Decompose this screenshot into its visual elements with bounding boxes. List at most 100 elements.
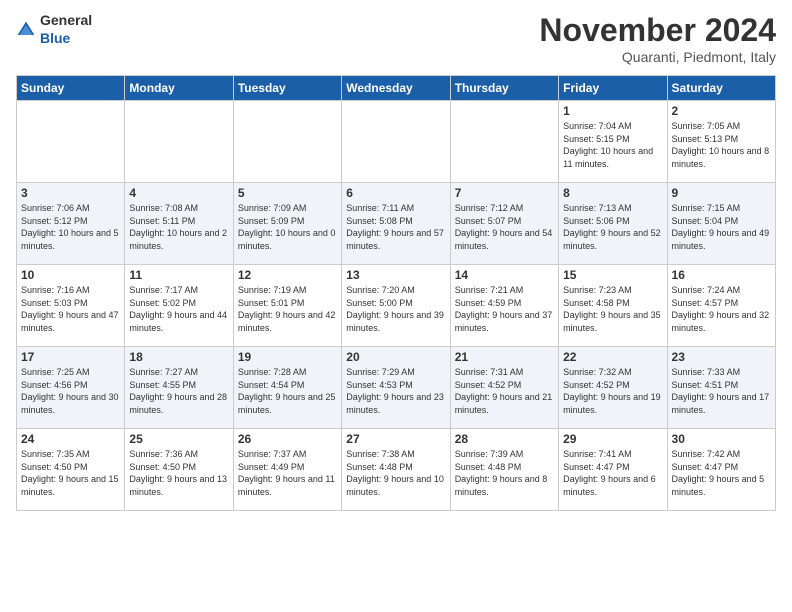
col-friday: Friday [559,76,667,101]
month-title: November 2024 [539,12,776,49]
day-number: 13 [346,268,445,282]
table-row: 18Sunrise: 7:27 AM Sunset: 4:55 PM Dayli… [125,347,233,429]
table-row: 8 Sunrise: 7:13 AM Sunset: 5:06 PM Daylig… [559,183,667,265]
table-row: 28 Sunrise: 7:39 AM Sunset: 4:48 PM Dayli… [450,429,558,511]
day-info: Sunrise: 7:38 AM Sunset: 4:48 PM Dayligh… [346,448,445,498]
table-row: 5 Sunrise: 7:09 AM Sunset: 5:09 PM Daylig… [233,183,341,265]
table-row: 30 Sunrise: 7:42 AM Sunset: 4:47 PM Dayli… [667,429,775,511]
day-number: 20 [346,350,445,364]
day-number: 24 [21,432,120,446]
calendar-week-2: 3 Sunrise: 7:06 AM Sunset: 5:12 PM Daylig… [17,183,776,265]
table-row: 21Sunrise: 7:31 AM Sunset: 4:52 PM Dayli… [450,347,558,429]
table-row: 27 Sunrise: 7:38 AM Sunset: 4:48 PM Dayli… [342,429,450,511]
day-number: 29 [563,432,662,446]
day-number: 22 [563,350,662,364]
table-row: 29 Sunrise: 7:41 AM Sunset: 4:47 PM Dayli… [559,429,667,511]
day-info: Sunrise: 7:31 AM Sunset: 4:52 PM Dayligh… [455,366,554,416]
location-subtitle: Quaranti, Piedmont, Italy [539,49,776,65]
day-info: Sunrise: 7:05 AM Sunset: 5:13 PM Dayligh… [672,120,771,170]
col-tuesday: Tuesday [233,76,341,101]
table-row: 20 Sunrise: 7:29 AM Sunset: 4:53 PM Dayli… [342,347,450,429]
day-number: 9 [672,186,771,200]
day-number: 11 [129,268,228,282]
col-thursday: Thursday [450,76,558,101]
calendar-header-row: Sunday Monday Tuesday Wednesday Thursday… [17,76,776,101]
logo: General Blue [16,12,92,48]
table-row: 6 Sunrise: 7:11 AM Sunset: 5:08 PM Daylig… [342,183,450,265]
day-number: 25 [129,432,228,446]
logo-blue-text: Blue [40,30,70,46]
page: General Blue November 2024 Quaranti, Pie… [0,0,792,612]
day-number: 27 [346,432,445,446]
day-info: Sunrise: 7:23 AM Sunset: 4:58 PM Dayligh… [563,284,662,334]
table-row: 25 Sunrise: 7:36 AM Sunset: 4:50 PM Dayli… [125,429,233,511]
day-info: Sunrise: 7:16 AM Sunset: 5:03 PM Dayligh… [21,284,120,334]
calendar-week-4: 17 Sunrise: 7:25 AM Sunset: 4:56 PM Dayli… [17,347,776,429]
table-row [125,101,233,183]
day-info: Sunrise: 7:15 AM Sunset: 5:04 PM Dayligh… [672,202,771,252]
table-row: 2 Sunrise: 7:05 AM Sunset: 5:13 PM Daylig… [667,101,775,183]
table-row: 16 Sunrise: 7:24 AM Sunset: 4:57 PM Dayli… [667,265,775,347]
day-info: Sunrise: 7:33 AM Sunset: 4:51 PM Dayligh… [672,366,771,416]
day-number: 3 [21,186,120,200]
day-info: Sunrise: 7:39 AM Sunset: 4:48 PM Dayligh… [455,448,554,498]
table-row: 26 Sunrise: 7:37 AM Sunset: 4:49 PM Dayli… [233,429,341,511]
day-info: Sunrise: 7:28 AM Sunset: 4:54 PM Dayligh… [238,366,337,416]
day-number: 2 [672,104,771,118]
header: General Blue November 2024 Quaranti, Pie… [16,12,776,65]
day-info: Sunrise: 7:35 AM Sunset: 4:50 PM Dayligh… [21,448,120,498]
table-row: 23Sunrise: 7:33 AM Sunset: 4:51 PM Dayli… [667,347,775,429]
table-row [342,101,450,183]
table-row: 3 Sunrise: 7:06 AM Sunset: 5:12 PM Daylig… [17,183,125,265]
day-info: Sunrise: 7:29 AM Sunset: 4:53 PM Dayligh… [346,366,445,416]
day-number: 10 [21,268,120,282]
table-row: 1Sunrise: 7:04 AM Sunset: 5:15 PM Daylig… [559,101,667,183]
day-info: Sunrise: 7:37 AM Sunset: 4:49 PM Dayligh… [238,448,337,498]
day-number: 26 [238,432,337,446]
day-number: 15 [563,268,662,282]
table-row: 9 Sunrise: 7:15 AM Sunset: 5:04 PM Daylig… [667,183,775,265]
day-info: Sunrise: 7:32 AM Sunset: 4:52 PM Dayligh… [563,366,662,416]
day-info: Sunrise: 7:17 AM Sunset: 5:02 PM Dayligh… [129,284,228,334]
day-number: 12 [238,268,337,282]
day-info: Sunrise: 7:36 AM Sunset: 4:50 PM Dayligh… [129,448,228,498]
day-info: Sunrise: 7:19 AM Sunset: 5:01 PM Dayligh… [238,284,337,334]
calendar-week-1: 1Sunrise: 7:04 AM Sunset: 5:15 PM Daylig… [17,101,776,183]
title-block: November 2024 Quaranti, Piedmont, Italy [539,12,776,65]
table-row [17,101,125,183]
table-row [233,101,341,183]
table-row [450,101,558,183]
day-info: Sunrise: 7:04 AM Sunset: 5:15 PM Dayligh… [563,120,662,170]
table-row: 22 Sunrise: 7:32 AM Sunset: 4:52 PM Dayli… [559,347,667,429]
day-info: Sunrise: 7:41 AM Sunset: 4:47 PM Dayligh… [563,448,662,498]
logo-general-text: General [40,12,92,28]
logo-icon [16,20,36,40]
day-info: Sunrise: 7:11 AM Sunset: 5:08 PM Dayligh… [346,202,445,252]
table-row: 24 Sunrise: 7:35 AM Sunset: 4:50 PM Dayli… [17,429,125,511]
day-info: Sunrise: 7:27 AM Sunset: 4:55 PM Dayligh… [129,366,228,416]
day-number: 30 [672,432,771,446]
day-info: Sunrise: 7:13 AM Sunset: 5:06 PM Dayligh… [563,202,662,252]
col-monday: Monday [125,76,233,101]
table-row: 13 Sunrise: 7:20 AM Sunset: 5:00 PM Dayli… [342,265,450,347]
table-row: 19Sunrise: 7:28 AM Sunset: 4:54 PM Dayli… [233,347,341,429]
day-info: Sunrise: 7:25 AM Sunset: 4:56 PM Dayligh… [21,366,120,416]
day-info: Sunrise: 7:06 AM Sunset: 5:12 PM Dayligh… [21,202,120,252]
day-info: Sunrise: 7:21 AM Sunset: 4:59 PM Dayligh… [455,284,554,334]
day-info: Sunrise: 7:09 AM Sunset: 5:09 PM Dayligh… [238,202,337,252]
col-sunday: Sunday [17,76,125,101]
day-info: Sunrise: 7:24 AM Sunset: 4:57 PM Dayligh… [672,284,771,334]
day-info: Sunrise: 7:20 AM Sunset: 5:00 PM Dayligh… [346,284,445,334]
calendar-table: Sunday Monday Tuesday Wednesday Thursday… [16,75,776,511]
day-number: 8 [563,186,662,200]
day-number: 7 [455,186,554,200]
day-number: 17 [21,350,120,364]
table-row: 15 Sunrise: 7:23 AM Sunset: 4:58 PM Dayli… [559,265,667,347]
day-number: 16 [672,268,771,282]
day-number: 28 [455,432,554,446]
table-row: 17 Sunrise: 7:25 AM Sunset: 4:56 PM Dayli… [17,347,125,429]
day-info: Sunrise: 7:42 AM Sunset: 4:47 PM Dayligh… [672,448,771,498]
day-number: 5 [238,186,337,200]
col-saturday: Saturday [667,76,775,101]
day-number: 6 [346,186,445,200]
